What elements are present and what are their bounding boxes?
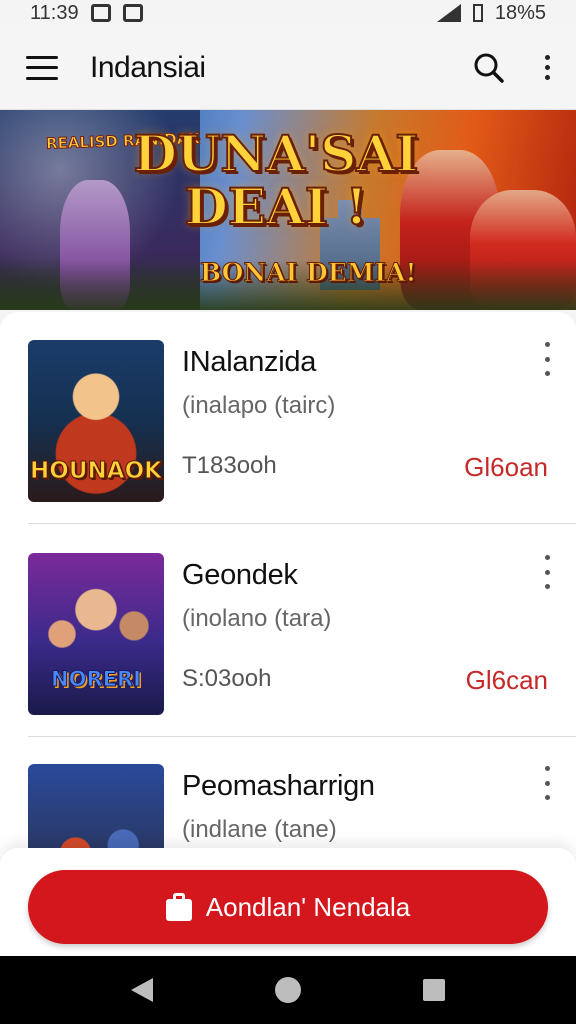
- bottom-action-bar: Aondlan' Nendala: [0, 848, 576, 956]
- banner-title-line1: DUNA'SAI: [132, 124, 419, 183]
- hamburger-menu-icon[interactable]: [26, 55, 58, 80]
- back-icon[interactable]: [131, 978, 153, 1002]
- search-icon[interactable]: [473, 52, 505, 84]
- item-status[interactable]: Gl6can: [466, 665, 548, 696]
- item-more-vert-icon[interactable]: [540, 342, 554, 376]
- banner-title: DUNA'SAI DEAI !: [126, 124, 426, 236]
- thumbnail-title: NORERI: [51, 667, 142, 692]
- thumbnail-title: HOUNAOK: [30, 458, 163, 485]
- status-bar: 11:39 18%5: [0, 0, 576, 26]
- item-title: INalanzida: [182, 346, 317, 378]
- app-title: Indansiai: [90, 50, 206, 84]
- notification-icon: [90, 4, 111, 22]
- home-icon[interactable]: [275, 977, 301, 1003]
- item-title: Geondek: [182, 559, 298, 591]
- item-subtitle: (inalapo (tairc): [182, 392, 336, 419]
- primary-action-label: Aondlan' Nendala: [205, 891, 411, 922]
- banner-title-line2: DEAI !: [183, 176, 368, 236]
- item-subtitle: (indlane (tane): [182, 816, 337, 843]
- game-thumbnail[interactable]: HOUNAOK: [28, 340, 164, 502]
- item-subtitle: (inolano (tara): [182, 605, 332, 632]
- primary-action-button[interactable]: Aondlan' Nendala: [28, 870, 548, 944]
- item-more-vert-icon[interactable]: [540, 555, 554, 589]
- list-item[interactable]: NORERI Geondek (inolano (tara) S:03ooh G…: [0, 525, 576, 737]
- system-nav-bar: [0, 956, 576, 1024]
- app-actions: [473, 52, 550, 84]
- item-meta: T183ooh: [182, 452, 277, 479]
- status-time: 11:39: [30, 1, 79, 24]
- promo-banner[interactable]: REALISD RANIDAX DUNA'SAI DEAI ! BONAI DE…: [0, 110, 576, 310]
- signal-icon: [436, 4, 461, 22]
- app-bar: Indansiai: [0, 26, 576, 110]
- shopping-bag-icon: [165, 893, 192, 921]
- more-vert-icon[interactable]: [545, 55, 550, 80]
- item-status[interactable]: Gl6oan: [464, 452, 548, 483]
- battery-icon: [472, 4, 483, 22]
- item-more-vert-icon[interactable]: [540, 766, 554, 800]
- game-thumbnail[interactable]: NORERI: [28, 553, 164, 715]
- item-meta: S:03ooh: [182, 665, 272, 692]
- status-right: 18%5: [436, 1, 546, 25]
- recent-apps-icon[interactable]: [423, 979, 445, 1001]
- item-title: Peomasharrign: [182, 770, 375, 802]
- banner-subtitle: BONAI DEMIA!: [200, 258, 417, 288]
- notification-icon-2: [122, 4, 143, 22]
- list-item[interactable]: HOUNAOK INalanzida (inalapo (tairc) T183…: [0, 312, 576, 524]
- divider: [28, 523, 576, 524]
- status-left: 11:39: [30, 2, 143, 25]
- status-battery-text: 18%5: [494, 1, 546, 24]
